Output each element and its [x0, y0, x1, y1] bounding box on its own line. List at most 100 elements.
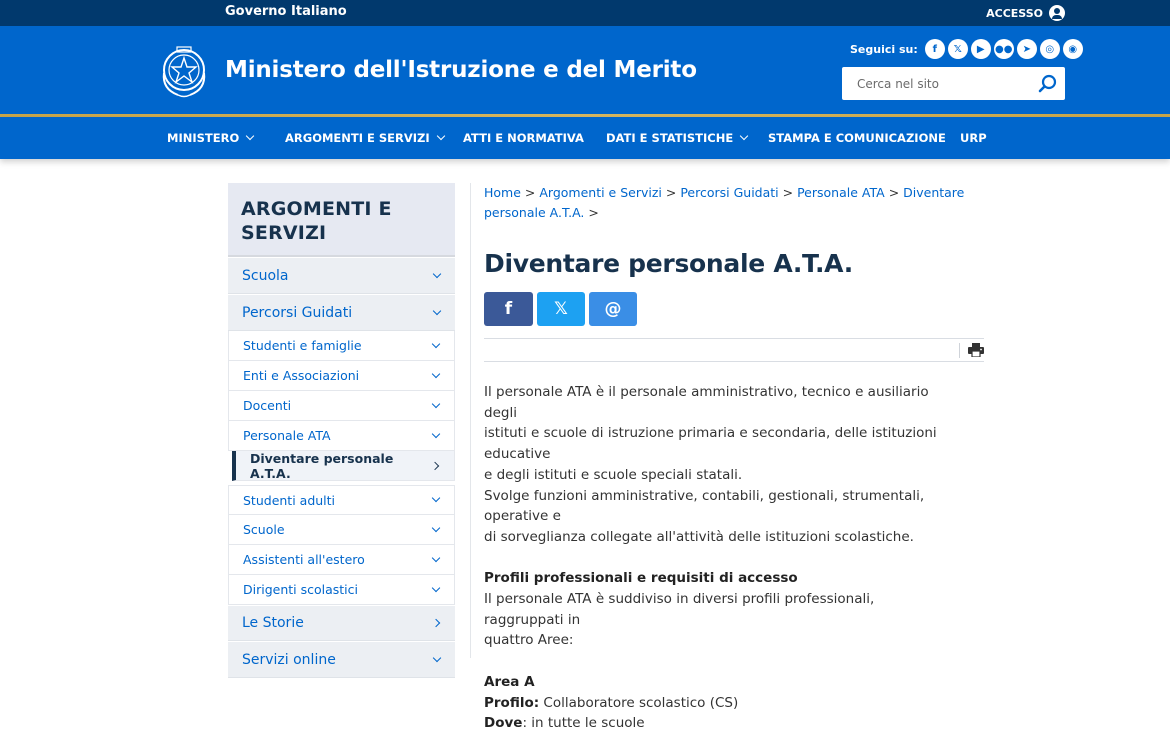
breadcrumb-home[interactable]: Home	[484, 185, 521, 200]
sidebar-item-label: Diventare personale A.T.A.	[250, 450, 394, 481]
nav-urp[interactable]: URP	[960, 131, 987, 145]
sidebar-item-dirigenti-scolastici[interactable]: Dirigenti scolastici	[228, 575, 455, 605]
dove-row: Dove: in tutte le scuole	[484, 713, 954, 734]
chevron-down-icon	[431, 429, 441, 438]
sidebar-item-diventare-personale-ata[interactable]: Diventare personale A.T.A.	[232, 451, 455, 481]
sidebar-item-assistenti-estero[interactable]: Assistenti all'estero	[228, 545, 455, 575]
sidebar: ARGOMENTI E SERVIZI Scuola Percorsi Guid…	[228, 183, 455, 678]
sidebar-item-label: Enti e Associazioni	[243, 368, 360, 383]
chevron-down-icon	[431, 399, 441, 408]
x-twitter-icon[interactable]: 𝕏	[947, 39, 968, 59]
sidebar-item-label: Servizi online	[242, 651, 336, 668]
share-facebook-button[interactable]: f	[484, 292, 533, 326]
sidebar-item-label: Le Storie	[242, 615, 304, 631]
sidebar-item-label: Scuole	[243, 522, 285, 537]
sidebar-item-studenti-e-famiglie[interactable]: Studenti e famiglie	[228, 331, 455, 361]
user-icon	[1049, 5, 1065, 21]
sidebar-item-studenti-adulti[interactable]: Studenti adulti	[228, 485, 455, 515]
sidebar-item-personale-ata[interactable]: Personale ATA	[228, 421, 455, 451]
youtube-icon[interactable]: ▶	[970, 39, 991, 59]
sidebar-title: ARGOMENTI E SERVIZI	[228, 183, 455, 257]
governo-italiano-link[interactable]: Governo Italiano	[225, 4, 347, 19]
podcast-icon[interactable]: ◉	[1062, 39, 1083, 59]
page-title: Diventare personale A.T.A.	[484, 249, 853, 278]
toolbar-divider	[959, 343, 960, 358]
nav-stampa-e-comunicazione[interactable]: STAMPA E COMUNICAZIONE	[768, 131, 946, 145]
dove-label: Dove	[484, 715, 523, 732]
body-line: di sorveglianza collegate all'attività d…	[484, 528, 914, 545]
sidebar-item-label: Studenti e famiglie	[243, 338, 362, 353]
nav-ministero[interactable]: MINISTERO	[167, 131, 255, 145]
emblem-icon[interactable]	[158, 43, 210, 99]
top-bar: Governo Italiano ACCESSO	[0, 0, 1170, 26]
nav-atti-e-normativa[interactable]: ATTI E NORMATIVA	[463, 131, 584, 145]
sidebar-item-servizi-online[interactable]: Servizi online	[228, 642, 455, 678]
body-line: Svolge funzioni amministrative, contabil…	[484, 487, 925, 525]
chevron-down-icon	[431, 553, 441, 562]
column-divider	[470, 183, 471, 658]
access-button[interactable]: ACCESSO	[986, 5, 1065, 21]
area-title: Area A	[484, 673, 535, 690]
nav-label: MINISTERO	[167, 131, 240, 145]
chevron-down-icon	[246, 131, 255, 141]
profilo-label: Profilo:	[484, 694, 540, 711]
print-icon[interactable]	[968, 343, 984, 357]
chevron-down-icon	[431, 493, 441, 503]
social-follow: Seguici su: f 𝕏 ▶ ●● ➤ ◎ ◉	[850, 39, 1083, 59]
breadcrumb-personale-ata[interactable]: Personale ATA	[797, 185, 885, 200]
nav-label: ATTI E NORMATIVA	[463, 131, 584, 145]
nav-label: ARGOMENTI E SERVIZI	[285, 131, 430, 145]
chevron-down-icon	[431, 583, 441, 592]
sidebar-item-label: Assistenti all'estero	[243, 552, 365, 567]
sidebar-item-label: Percorsi Guidati	[242, 304, 353, 321]
body-line: istituti e scuole di istruzione primaria…	[484, 425, 937, 463]
sidebar-item-label: Dirigenti scolastici	[243, 582, 359, 597]
follow-label: Seguici su:	[850, 42, 918, 56]
body-line: Il personale ATA è il personale amminist…	[484, 384, 929, 421]
breadcrumb-separator: >	[888, 185, 904, 200]
instagram-icon[interactable]: ◎	[1039, 39, 1060, 59]
share-buttons: f 𝕏 @	[484, 292, 984, 326]
sidebar-item-scuola[interactable]: Scuola	[228, 258, 455, 294]
main-nav: MINISTERO ARGOMENTI E SERVIZI ATTI E NOR…	[0, 117, 1170, 159]
sidebar-item-le-storie[interactable]: Le Storie	[228, 606, 455, 641]
flickr-icon[interactable]: ●●	[993, 39, 1014, 59]
section-heading: Profili professionali e requisiti di acc…	[484, 570, 798, 587]
share-x-button[interactable]: 𝕏	[537, 292, 585, 326]
sidebar-item-percorsi-guidati[interactable]: Percorsi Guidati	[228, 295, 455, 331]
breadcrumb-percorsi[interactable]: Percorsi Guidati	[680, 185, 778, 200]
nav-label: STAMPA E COMUNICAZIONE	[768, 131, 946, 145]
sidebar-item-label: Scuola	[242, 267, 289, 284]
share-email-button[interactable]: @	[589, 292, 637, 326]
facebook-icon[interactable]: f	[924, 39, 945, 59]
chevron-down-icon	[432, 306, 442, 315]
sidebar-item-label: Personale ATA	[243, 428, 331, 443]
site-title[interactable]: Ministero dell'Istruzione e del Merito	[225, 57, 697, 83]
article-toolbar	[484, 338, 984, 362]
site-header: Ministero dell'Istruzione e del Merito S…	[0, 26, 1170, 114]
breadcrumb-separator: >	[588, 205, 599, 220]
chevron-down-icon	[431, 523, 441, 532]
search-icon[interactable]	[1037, 73, 1059, 95]
chevron-down-icon	[431, 369, 441, 378]
sidebar-item-enti-e-associazioni[interactable]: Enti e Associazioni	[228, 361, 455, 391]
breadcrumb-argomenti[interactable]: Argomenti e Servizi	[539, 185, 662, 200]
sidebar-item-docenti[interactable]: Docenti	[228, 391, 455, 421]
breadcrumb: Home > Argomenti e Servizi > Percorsi Gu…	[484, 183, 984, 223]
nav-dati-e-statistiche[interactable]: DATI E STATISTICHE	[606, 131, 749, 145]
search-box	[842, 67, 1065, 100]
chevron-down-icon	[432, 269, 442, 278]
chevron-down-icon	[739, 131, 749, 141]
profilo-row: Profilo: Collaboratore scolastico (CS)	[484, 693, 954, 714]
breadcrumb-separator: >	[524, 185, 540, 200]
nav-label: URP	[960, 131, 987, 145]
chevron-down-icon	[436, 131, 445, 141]
nav-argomenti-e-servizi[interactable]: ARGOMENTI E SERVIZI	[285, 131, 445, 145]
dove-value: : in tutte le scuole	[522, 715, 645, 732]
main-content: Home > Argomenti e Servizi > Percorsi Gu…	[484, 183, 984, 734]
search-input[interactable]	[842, 67, 1032, 100]
chevron-down-icon	[431, 339, 441, 348]
sidebar-item-scuole[interactable]: Scuole	[228, 515, 455, 545]
article-body: Il personale ATA è il personale amminist…	[484, 382, 954, 734]
telegram-icon[interactable]: ➤	[1016, 39, 1037, 59]
